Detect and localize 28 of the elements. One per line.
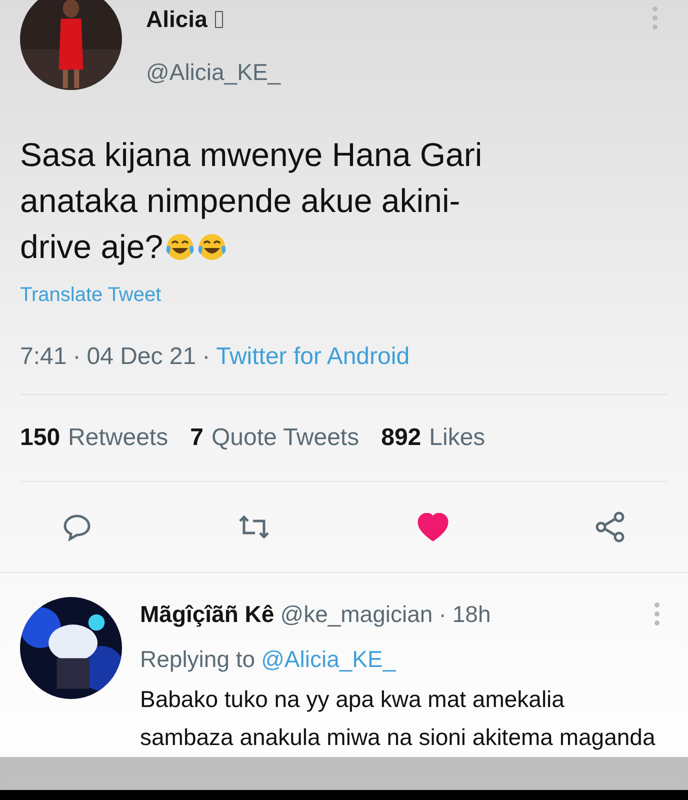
replying-to-label: Replying to bbox=[140, 644, 256, 674]
source-link[interactable]: Twitter for Android bbox=[216, 339, 410, 375]
stat-label[interactable]: Likes bbox=[429, 420, 486, 456]
reply-icon[interactable] bbox=[62, 512, 92, 542]
heart-icon[interactable] bbox=[416, 513, 449, 541]
mention-link[interactable]: @Alicia_KE_ bbox=[261, 642, 396, 676]
tweet-time: 7:41 bbox=[20, 342, 67, 372]
tweet-date: 04 Dec 21 bbox=[86, 342, 196, 372]
stat-label[interactable]: Quote Tweets bbox=[211, 420, 360, 456]
author-name: Alicia bbox=[146, 5, 208, 34]
reply-author-name: Mãgîçîãñ Kê bbox=[140, 600, 274, 629]
stat-count: 150 bbox=[20, 423, 60, 453]
tweet-text: Sasa kijana mwenye Hana Gari anataka nimpende akue akini-drive aje? bbox=[20, 135, 484, 267]
reply-age: 18h bbox=[452, 600, 491, 629]
laughing-emoji-icon bbox=[197, 232, 228, 262]
stat-count: 892 bbox=[381, 423, 422, 453]
separator-dot: · bbox=[201, 342, 212, 372]
stat-count: 7 bbox=[190, 423, 204, 453]
laughing-emoji-icon bbox=[165, 232, 196, 262]
separator-dot: · bbox=[438, 600, 446, 629]
reply-text: Babako tuko na yy apa kwa mat amekalia sambaza anakula miwa na sioni akitema maganda bbox=[140, 685, 656, 752]
stat-label[interactable]: Retweets bbox=[68, 420, 168, 456]
share-icon[interactable] bbox=[594, 511, 626, 543]
reply-author-handle: @ke_magician bbox=[280, 600, 433, 629]
retweet-icon[interactable] bbox=[237, 514, 272, 540]
missing-glyph-icon bbox=[215, 10, 224, 28]
author-handle: @Alicia_KE_ bbox=[146, 58, 282, 86]
separator-dot: · bbox=[72, 342, 82, 372]
